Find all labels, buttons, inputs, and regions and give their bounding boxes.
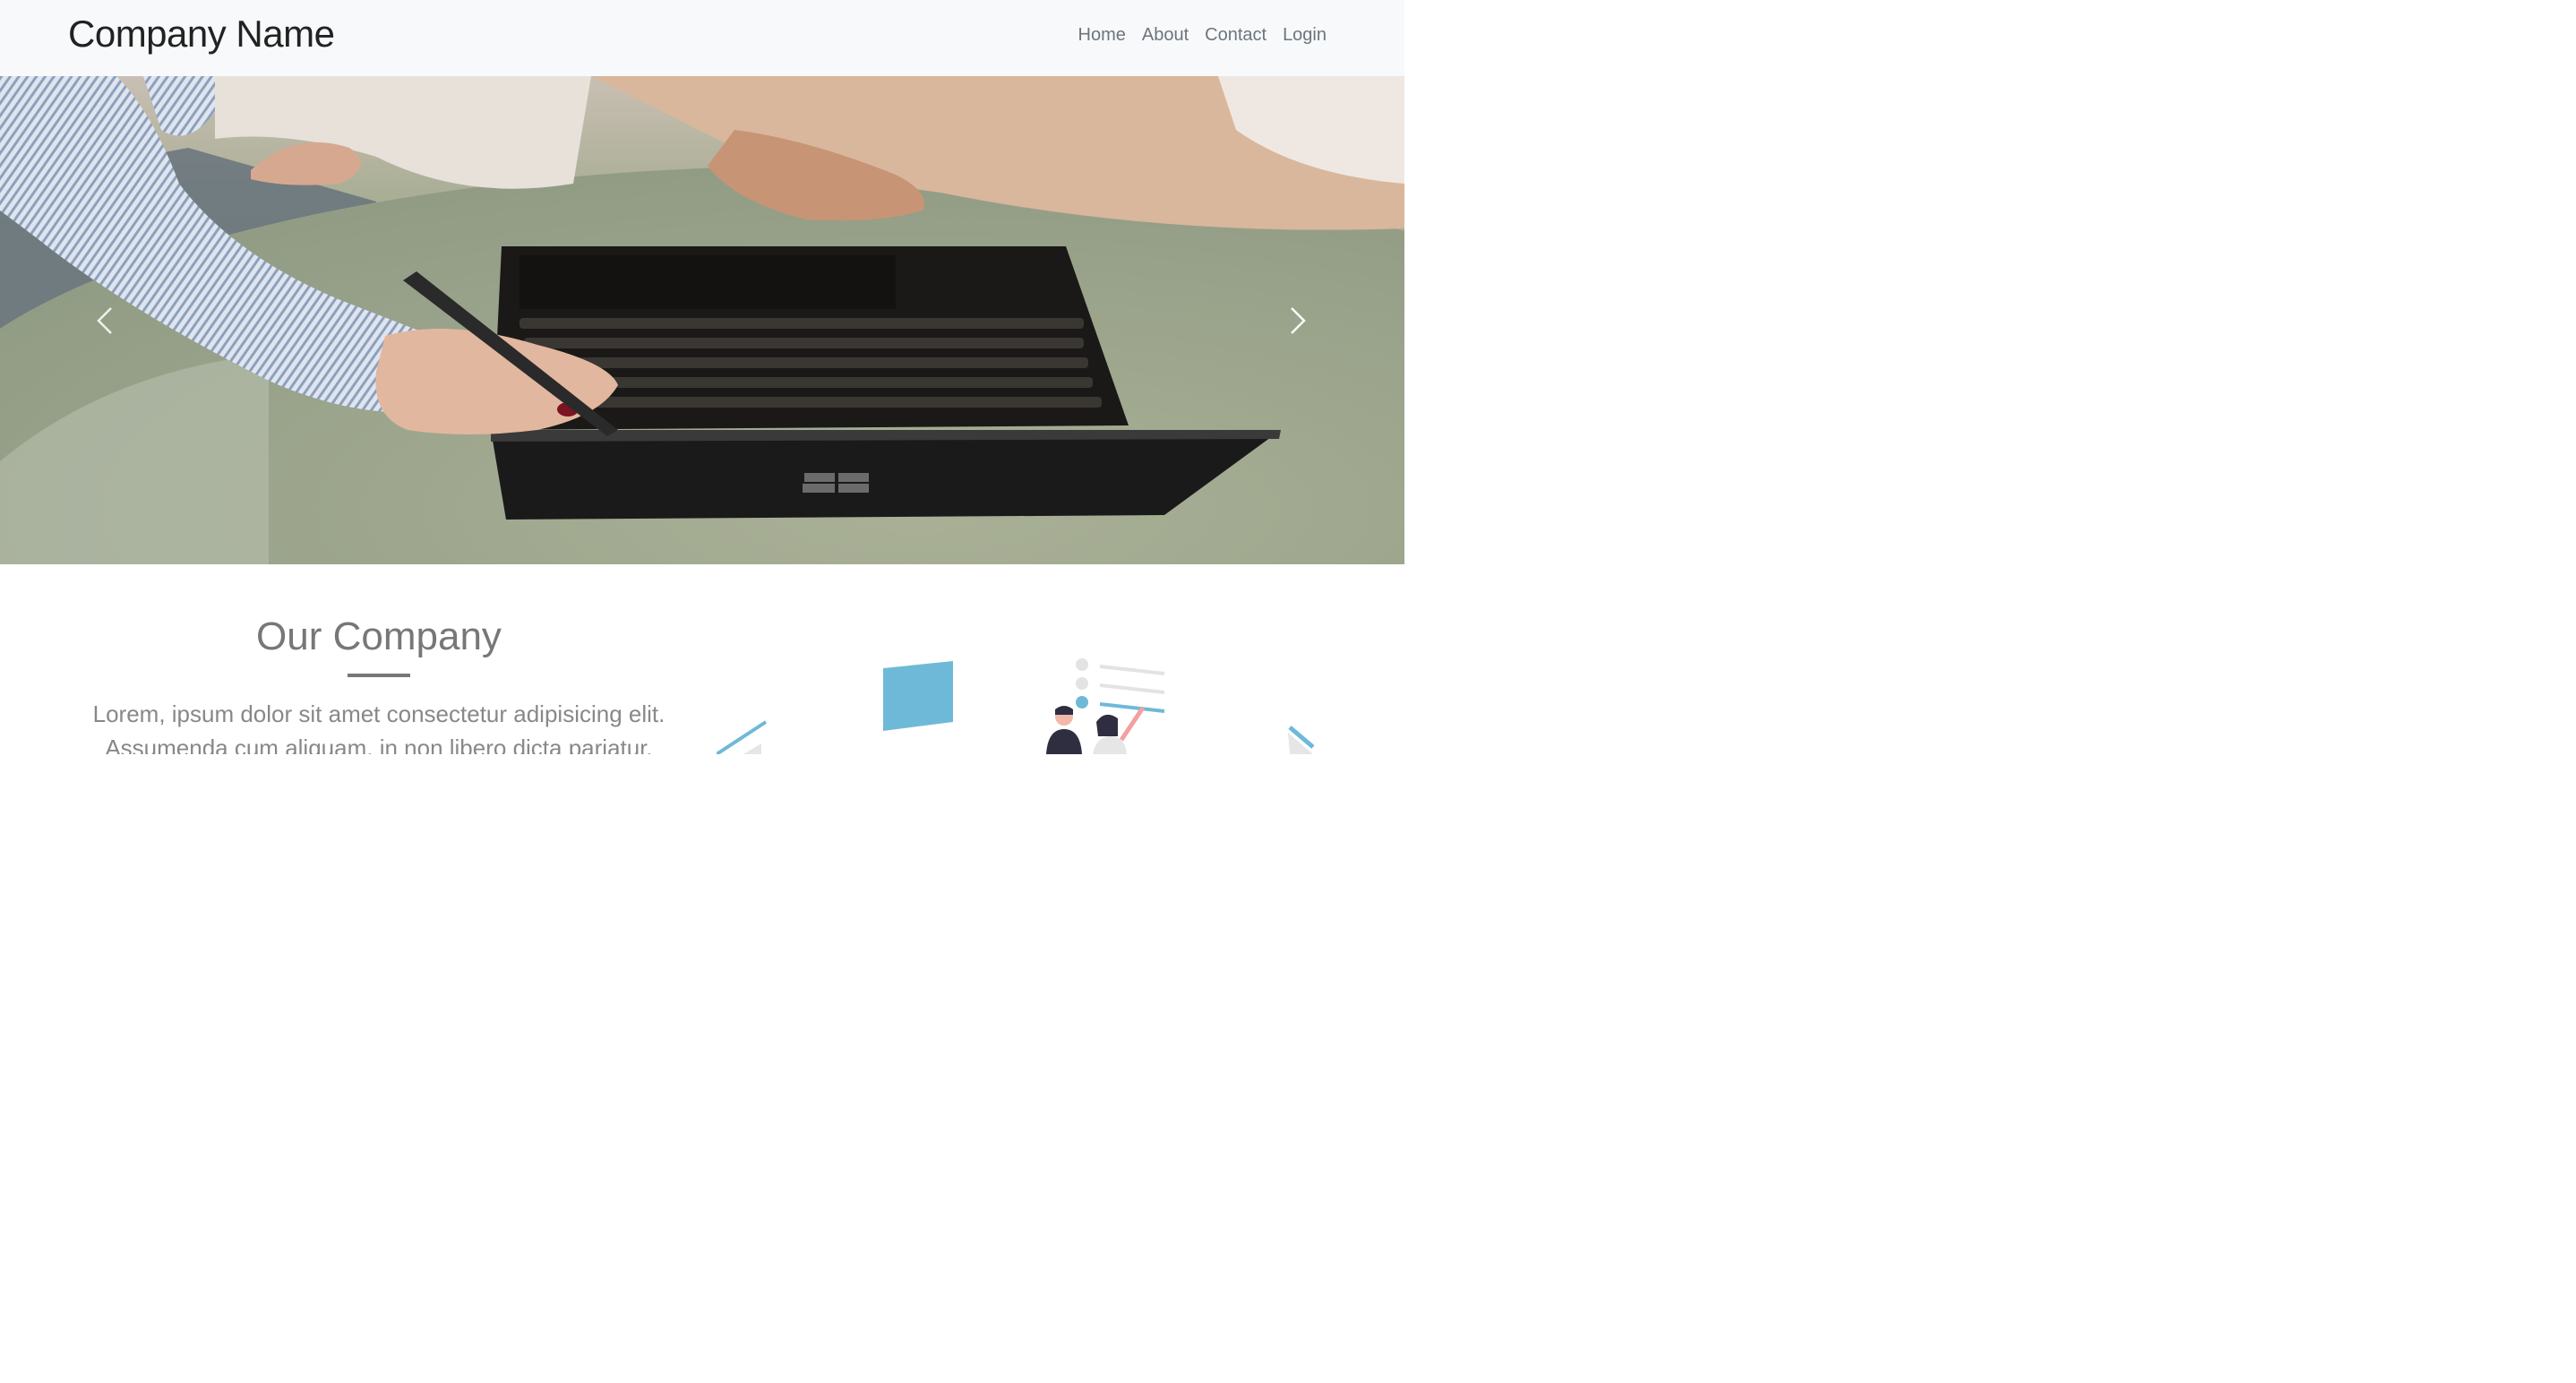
carousel-prev-button[interactable] xyxy=(90,305,120,336)
nav-contact[interactable]: Contact xyxy=(1205,25,1267,46)
carousel-next-button[interactable] xyxy=(1283,305,1313,336)
about-section: Our Company Lorem, ipsum dolor sit amet … xyxy=(0,564,1404,754)
nav-login[interactable]: Login xyxy=(1283,25,1327,46)
hero-image xyxy=(0,76,1404,564)
title-divider xyxy=(348,674,410,677)
brand-logo-text[interactable]: Company Name xyxy=(68,13,335,56)
hero-carousel xyxy=(0,76,1404,564)
section-title: Our Company xyxy=(256,614,502,658)
chevron-right-icon xyxy=(1291,307,1306,334)
nav-about[interactable]: About xyxy=(1142,25,1189,46)
navbar: Company Name Home About Contact Login xyxy=(0,0,1404,76)
chevron-left-icon xyxy=(97,307,112,334)
nav-home[interactable]: Home xyxy=(1078,25,1126,46)
team-illustration xyxy=(717,658,1315,754)
nav-links: Home About Contact Login xyxy=(1078,25,1327,46)
section-text: Lorem, ipsum dolor sit amet consectetur … xyxy=(92,700,665,754)
